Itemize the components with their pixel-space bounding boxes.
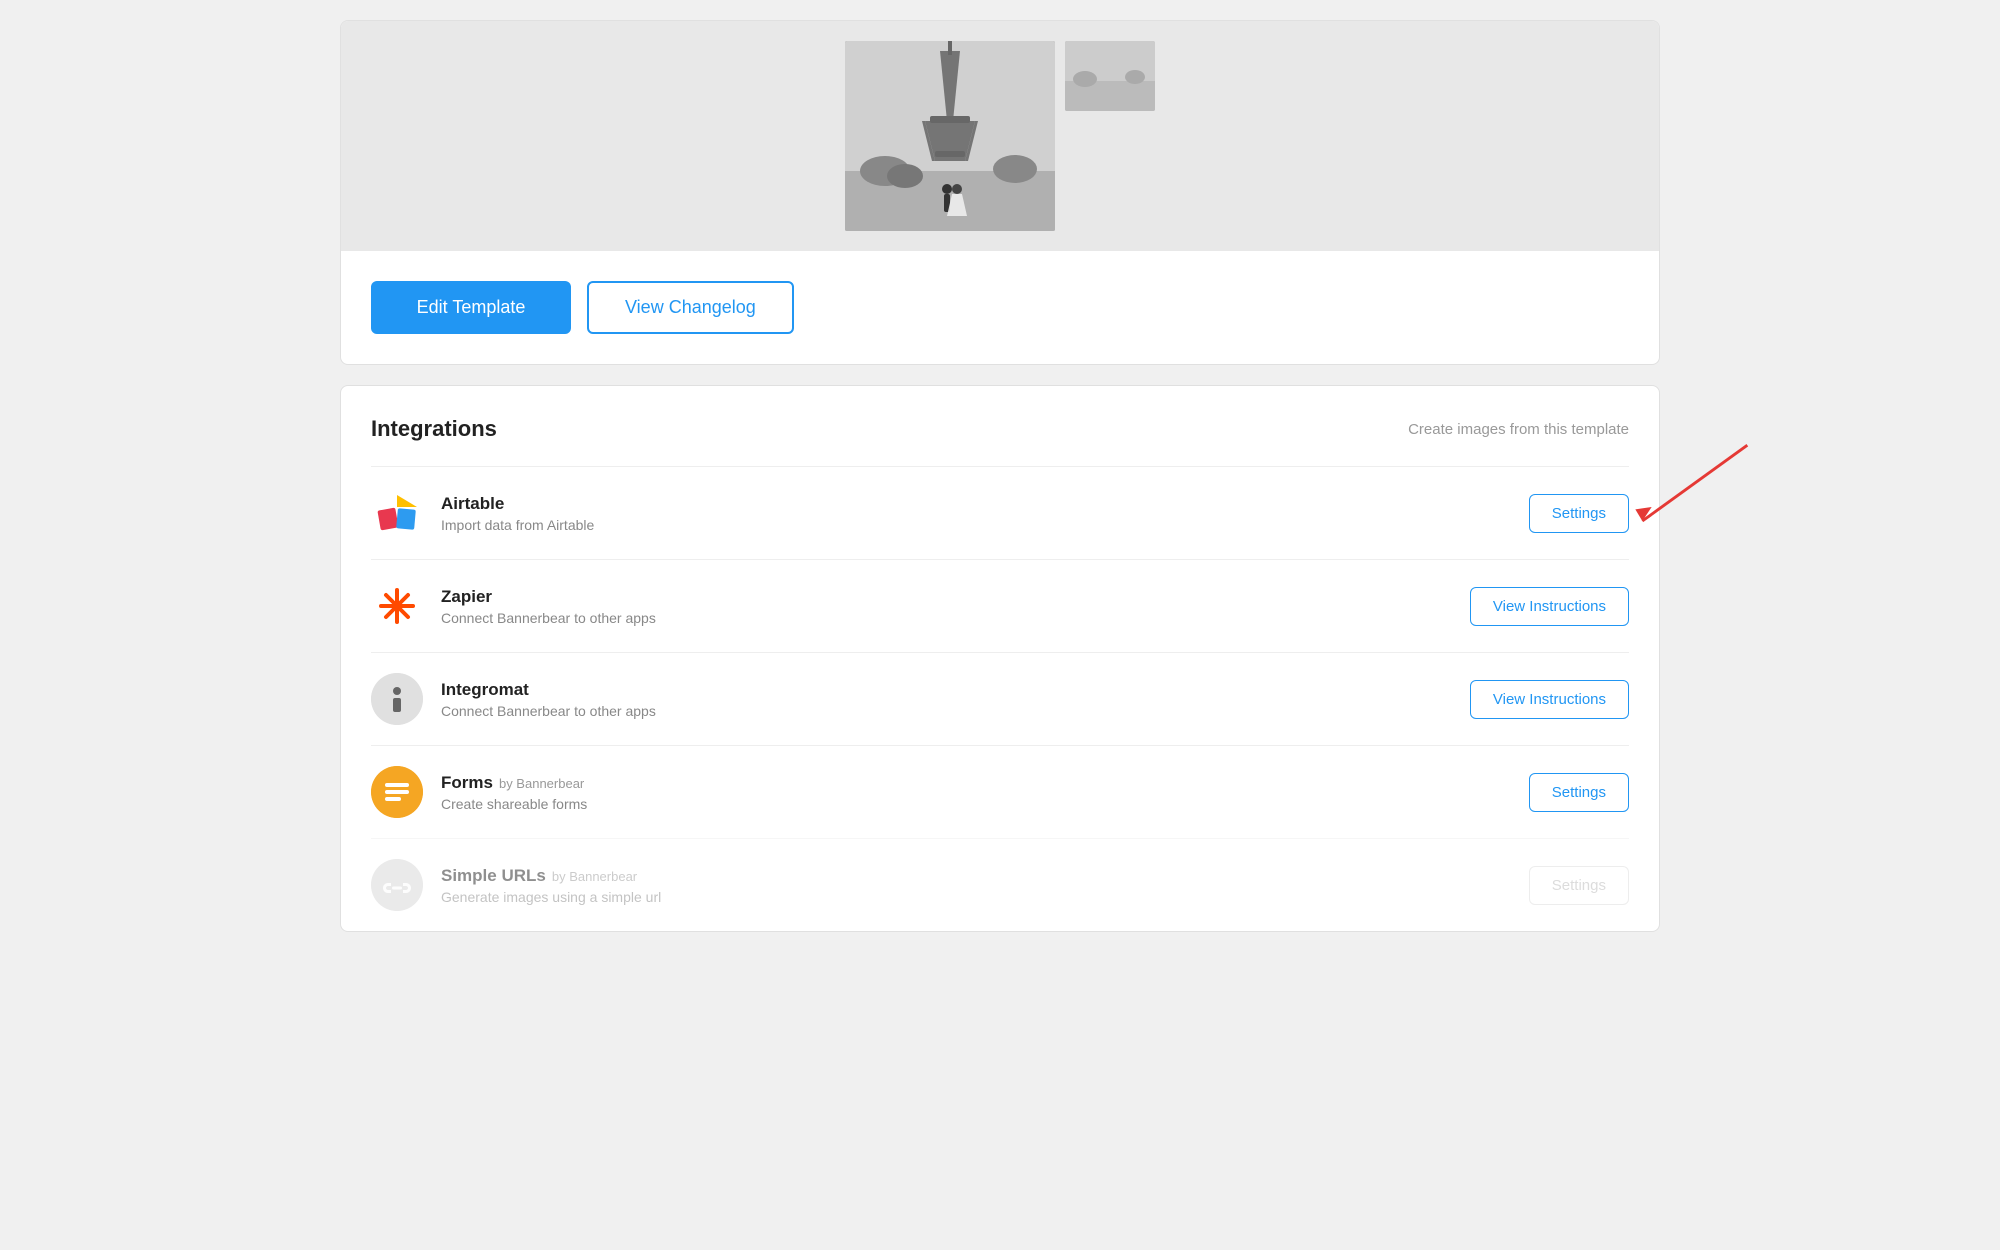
airtable-desc: Import data from Airtable (441, 517, 1511, 533)
integrations-subtitle: Create images from this template (1408, 421, 1629, 438)
image-preview-card: Edit Template View Changelog (340, 20, 1660, 365)
integrations-card: Integrations Create images from this tem… (340, 385, 1660, 932)
integromat-view-instructions-button[interactable]: View Instructions (1470, 680, 1629, 719)
airtable-name: Airtable (441, 494, 1511, 514)
arrow-annotation (1619, 436, 1759, 536)
integrations-header: Integrations Create images from this tem… (371, 416, 1629, 442)
main-photo (845, 41, 1055, 231)
integrations-title: Integrations (371, 416, 497, 442)
airtable-info: Airtable Import data from Airtable (441, 494, 1511, 533)
forms-desc: Create shareable forms (441, 796, 1511, 812)
airtable-icon (371, 487, 423, 539)
integration-row-airtable: Airtable Import data from Airtable Setti… (371, 466, 1629, 559)
simple-urls-desc: Generate images using a simple url (441, 889, 1511, 905)
integration-row-integromat: Integromat Connect Bannerbear to other a… (371, 652, 1629, 745)
integromat-desc: Connect Bannerbear to other apps (441, 703, 1452, 719)
forms-settings-button[interactable]: Settings (1529, 773, 1629, 812)
forms-info: Formsby Bannerbear Create shareable form… (441, 773, 1511, 812)
image-preview-area (341, 21, 1659, 251)
zapier-desc: Connect Bannerbear to other apps (441, 610, 1452, 626)
simple-urls-info: Simple URLsby Bannerbear Generate images… (441, 866, 1511, 905)
integration-row-zapier: Zapier Connect Bannerbear to other apps … (371, 559, 1629, 652)
integration-row-forms: Formsby Bannerbear Create shareable form… (371, 745, 1629, 838)
integromat-info: Integromat Connect Bannerbear to other a… (441, 680, 1452, 719)
zapier-icon (371, 580, 423, 632)
zapier-name: Zapier (441, 587, 1452, 607)
forms-name: Formsby Bannerbear (441, 773, 1511, 793)
integromat-name: Integromat (441, 680, 1452, 700)
action-buttons-area: Edit Template View Changelog (341, 251, 1659, 364)
zapier-view-instructions-button[interactable]: View Instructions (1470, 587, 1629, 626)
zapier-info: Zapier Connect Bannerbear to other apps (441, 587, 1452, 626)
forms-icon (371, 766, 423, 818)
secondary-photo (1065, 41, 1155, 111)
view-changelog-button[interactable]: View Changelog (587, 281, 794, 334)
simple-urls-icon (371, 859, 423, 911)
simple-urls-settings-button: Settings (1529, 866, 1629, 905)
edit-template-button[interactable]: Edit Template (371, 281, 571, 334)
integration-row-simple-urls: Simple URLsby Bannerbear Generate images… (371, 838, 1629, 931)
integromat-icon (371, 673, 423, 725)
simple-urls-name: Simple URLsby Bannerbear (441, 866, 1511, 886)
airtable-settings-button[interactable]: Settings (1529, 494, 1629, 533)
